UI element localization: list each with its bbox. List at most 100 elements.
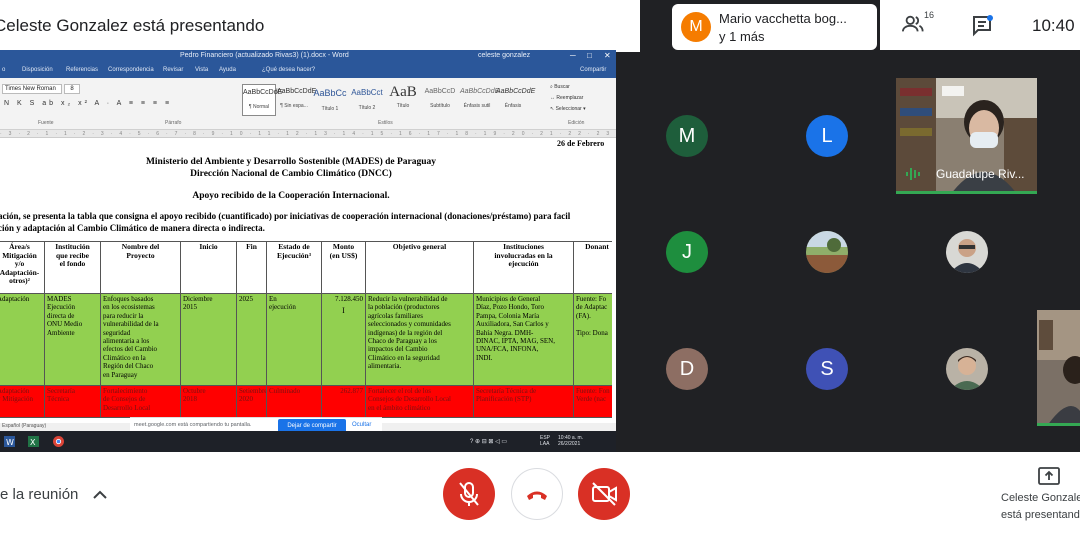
find-button[interactable]: ⌕ Buscar	[550, 82, 586, 93]
speaker-more: y 1 más	[719, 29, 765, 44]
participant-tile-l[interactable]: L	[806, 115, 848, 157]
bottom-control-bar: e la reunión Celeste Gonzalez está prese…	[0, 452, 1080, 536]
style-titulo2[interactable]: AaBbCct Título 2	[350, 84, 384, 116]
person-avatar-icon	[946, 348, 988, 390]
share-notice-text: meet.google.com está compartiendo tu pan…	[134, 422, 252, 428]
chevron-up-icon[interactable]	[92, 488, 108, 500]
system-tray-icons[interactable]: ? ⊕ ⊟ ⊠ ◁ ▭	[470, 438, 507, 445]
table-cell: Reducir la vulnerabilidad de la població…	[365, 293, 474, 386]
group-estilos: Estilos	[378, 120, 393, 126]
table-header-cell: Fin	[236, 241, 267, 294]
style-enfasis[interactable]: AaBbCcDdE Énfasis	[496, 84, 535, 116]
tab-correspondencia[interactable]: Correspondencia	[108, 67, 154, 73]
landscape-avatar-icon	[806, 231, 848, 273]
minimize-icon[interactable]: ─	[570, 51, 576, 60]
participant-tile-d[interactable]: D	[666, 348, 708, 390]
statusbar-language: Español (Paraguay)	[2, 423, 47, 429]
video-tile-guadalupe[interactable]: Guadalupe Riv...	[896, 78, 1037, 194]
participant-photo-landscape[interactable]	[806, 231, 848, 273]
mic-toggle-button[interactable]	[443, 468, 495, 520]
clock: 10:40	[1032, 16, 1075, 35]
table-header-cell: Monto (en US$)	[321, 241, 366, 294]
style-sin-espaciado[interactable]: AaBbCcDdE ¶ Sin espa...	[277, 84, 316, 116]
participant-photo-man[interactable]	[946, 231, 988, 273]
table-cell: Secretaría Técnica de Planificación (STP…	[473, 385, 574, 418]
chrome-taskbar-icon[interactable]	[53, 436, 64, 447]
word-ribbon: Times New Roman 8 N K S ab x₂ x² A · A ≡…	[0, 78, 616, 130]
table-cell: Adaptación	[0, 293, 45, 386]
ruler: ·3·2·1·1·2·3·4·5·6·7·8·9·10·11·12·13·14·…	[0, 130, 616, 138]
table-header-cell: Donant	[573, 241, 612, 294]
word-title: Pedro Financiero (actualizado Rivas3) (1…	[180, 52, 349, 59]
meeting-details-button[interactable]: e la reunión	[0, 486, 78, 503]
table-header-row: Área/s Mitigación y/o Adaptación- otros)…	[0, 241, 612, 294]
table-header-cell: Instituciones involucradas en la ejecuci…	[473, 241, 574, 294]
table-cell: 7.128.450 I	[321, 293, 366, 386]
doc-heading-3: Apoyo recibido de la Cooperación Interna…	[192, 191, 390, 201]
tray-clock: 10:40 a. m. 26/2/2021	[558, 435, 584, 447]
document-page[interactable]: 26 de Febrero Ministerio del Ambiente y …	[0, 139, 612, 423]
top-right-controls: 16 10:40	[880, 0, 1080, 50]
active-speaker-chip[interactable]: M Mario vacchetta bog... y 1 más	[672, 4, 877, 50]
video-tile-partial[interactable]	[1037, 310, 1080, 426]
participant-tile-j[interactable]: J	[666, 231, 708, 273]
table-header-cell: Institución que recibe el fondo	[44, 241, 101, 294]
tab-ayuda[interactable]: Ayuda	[219, 67, 236, 73]
participant-tile-s[interactable]: S	[806, 348, 848, 390]
doc-heading-2: Dirección Nacional de Cambio Climático (…	[190, 169, 392, 179]
word-user: celeste gonzalez	[478, 52, 531, 59]
table-row: Adaptación MADES Ejecución directa de ONU…	[0, 293, 612, 386]
table-header-cell: Área/s Mitigación y/o Adaptación- otros)…	[0, 241, 45, 294]
doc-heading-1: Ministerio del Ambiente y Desarrollo Sos…	[145, 157, 437, 167]
chat-button[interactable]	[972, 15, 994, 37]
participant-count: 16	[924, 10, 935, 20]
present-screen-icon[interactable]	[1038, 467, 1060, 485]
support-table: Área/s Mitigación y/o Adaptación- otros)…	[0, 241, 612, 418]
group-parrafo: Párrafo	[165, 120, 182, 126]
table-header-cell: Inicio	[180, 241, 237, 294]
people-button[interactable]: 16	[902, 10, 936, 38]
presenting-text: Celeste Gonzalez está presentando	[0, 16, 265, 35]
font-name-box[interactable]: Times New Roman	[2, 84, 62, 94]
format-buttons[interactable]: N K S ab x₂ x² A · A ≡ ≡ ≡ ≡	[4, 100, 172, 107]
excel-taskbar-icon[interactable]: X	[28, 436, 39, 447]
tab-revisar[interactable]: Revisar	[163, 67, 183, 73]
word-taskbar-icon[interactable]: W	[4, 436, 15, 447]
participant-photo-young-man[interactable]	[946, 348, 988, 390]
mic-off-icon	[459, 482, 479, 506]
camera-toggle-button[interactable]	[578, 468, 630, 520]
close-icon[interactable]: ✕	[604, 51, 611, 60]
table-cell: Fuente: Fo de Adaptac (FA). Tipo: Dona	[573, 293, 612, 386]
camera-off-icon	[592, 482, 617, 506]
video-tile-name: Guadalupe Riv...	[936, 167, 1025, 181]
group-fuente: Fuente	[38, 120, 54, 126]
hide-button[interactable]: Ocultar	[352, 422, 371, 428]
editing-group: ⌕ Buscar ↔ Reemplazar ↖ Seleccionar ▾	[550, 82, 586, 115]
text-cursor: I	[342, 306, 345, 316]
tray-language[interactable]: ESP LAA	[540, 435, 550, 447]
doc-paragraph-line1: ación, se presenta la tabla que consigna…	[0, 211, 571, 221]
svg-text:W: W	[6, 438, 14, 447]
style-normal[interactable]: AaBbCcDdE ¶ Normal	[242, 84, 282, 116]
presenter-state: está presentando	[1001, 509, 1080, 521]
tab-vista[interactable]: Vista	[195, 67, 208, 73]
tab-referencias[interactable]: Referencias	[66, 67, 98, 73]
tab-inicio[interactable]: o	[2, 67, 5, 73]
group-edicion: Edición	[568, 120, 585, 126]
style-titulo[interactable]: AaB Título	[386, 84, 420, 116]
participant-tile-m[interactable]: M	[666, 115, 708, 157]
leave-call-button[interactable]	[511, 468, 563, 520]
table-header-cell: Estado de Ejecución³	[266, 241, 322, 294]
maximize-icon[interactable]: □	[587, 51, 592, 60]
speaker-avatar: M	[681, 12, 711, 42]
share-button[interactable]: Compartir	[580, 67, 606, 73]
select-button[interactable]: ↖ Seleccionar ▾	[550, 104, 586, 115]
tab-disposicion[interactable]: Disposición	[22, 67, 53, 73]
style-subtitulo[interactable]: AaBbCcD Subtítulo	[423, 84, 457, 116]
style-titulo1[interactable]: AaBbCc Título 1	[313, 84, 347, 116]
tell-me-box[interactable]: ¿Qué desea hacer?	[262, 67, 315, 73]
style-enfasis-sutil[interactable]: AaBbCcDdE Énfasis sutil	[460, 84, 499, 116]
table-header-cell: Objetivo general	[365, 241, 474, 294]
font-size-box[interactable]: 8	[64, 84, 80, 94]
replace-button[interactable]: ↔ Reemplazar	[550, 93, 586, 104]
